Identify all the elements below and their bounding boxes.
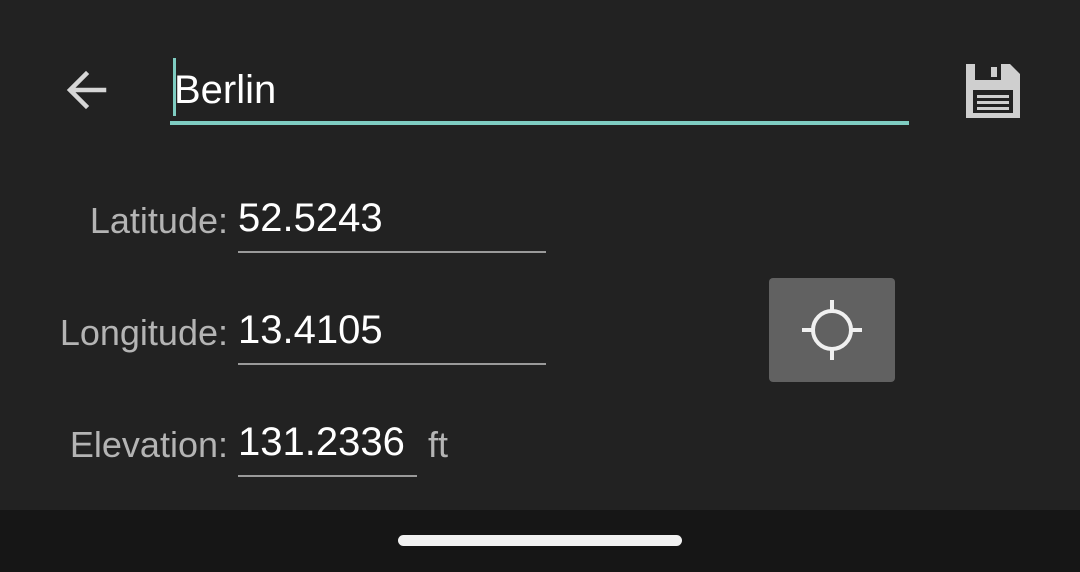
longitude-input[interactable]: 13.4105 <box>238 308 383 353</box>
latitude-input[interactable]: 52.5243 <box>238 196 383 241</box>
elevation-underline <box>238 475 417 477</box>
latitude-label: Latitude: <box>89 200 228 241</box>
location-name-underline <box>170 121 909 125</box>
longitude-underline <box>238 363 546 365</box>
arrow-back-icon <box>66 70 107 110</box>
home-gesture-handle[interactable] <box>398 535 682 546</box>
latitude-underline <box>238 251 546 253</box>
location-editor: Latitude: 52.5243 Longitude: 13.4105 Ele… <box>0 0 1080 510</box>
longitude-label: Longitude: <box>59 312 228 353</box>
save-button[interactable] <box>956 54 1030 128</box>
crosshair-gps-icon <box>802 300 862 360</box>
elevation-unit: ft <box>428 424 449 465</box>
system-navigation-bar <box>0 510 1080 572</box>
use-current-location-button[interactable] <box>769 278 895 382</box>
elevation-label: Elevation: <box>69 424 228 465</box>
location-name-input[interactable] <box>174 64 894 116</box>
elevation-input[interactable]: 131.2336 <box>238 420 405 465</box>
text-cursor <box>173 58 176 116</box>
back-button[interactable] <box>56 60 116 120</box>
location-name-field[interactable] <box>170 56 910 126</box>
floppy-disk-save-icon <box>966 64 1020 118</box>
